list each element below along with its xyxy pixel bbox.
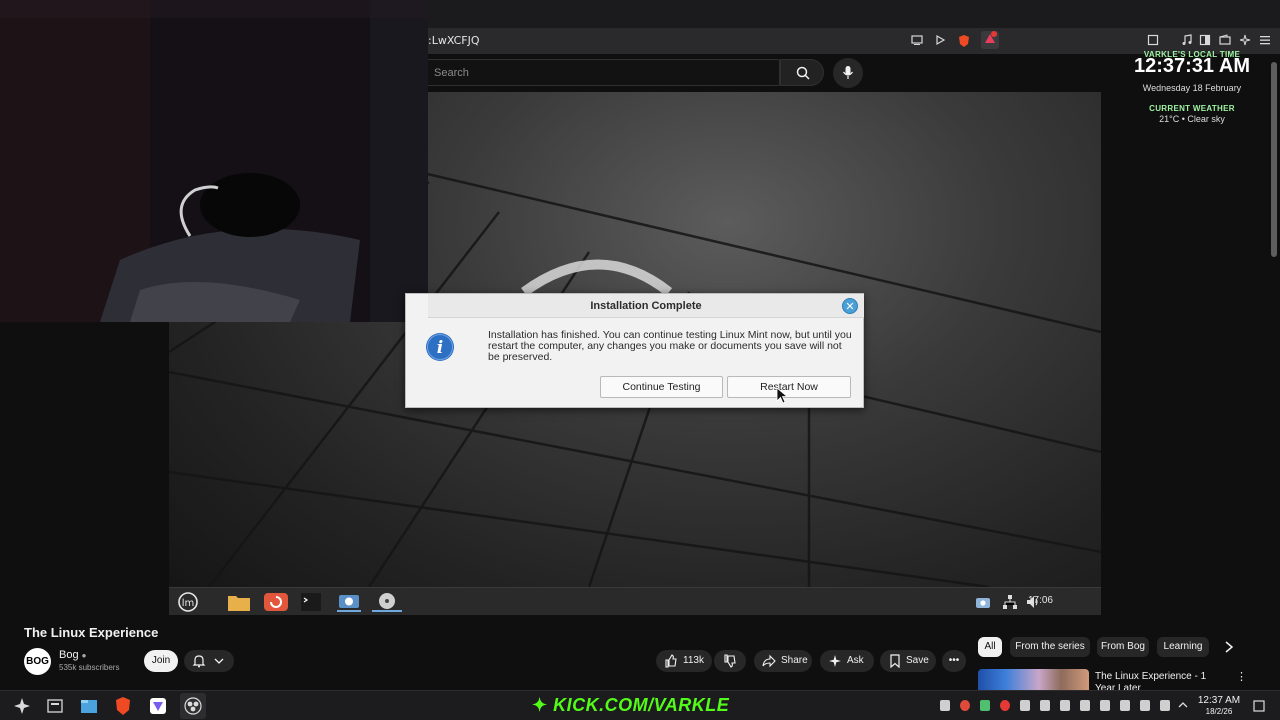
obs-icon[interactable]: [180, 693, 206, 719]
thumbs-up-icon: [665, 654, 677, 668]
start-icon[interactable]: [12, 696, 32, 716]
chevron-up-icon[interactable]: [1178, 701, 1188, 709]
mouse-cursor-icon: [776, 387, 789, 404]
recommendation-menu-icon[interactable]: ⋮: [1236, 672, 1247, 683]
continue-testing-button[interactable]: Continue Testing: [600, 376, 723, 398]
tray-icon-1[interactable]: [940, 700, 950, 711]
tray-icon-6[interactable]: [1040, 700, 1050, 711]
screenshot-tray-icon[interactable]: [975, 592, 991, 612]
chip-learning[interactable]: Learning: [1157, 637, 1209, 657]
sparkle-icon: [829, 655, 841, 667]
installation-complete-dialog: Installation Complete ✕ i Installation h…: [405, 293, 864, 408]
chip-from-bog[interactable]: From Bog: [1097, 637, 1149, 657]
network-icon[interactable]: [1002, 592, 1018, 612]
system-clock[interactable]: 12:37 AM 18/2/26: [1196, 695, 1242, 717]
save-button[interactable]: Save: [880, 650, 936, 672]
dialog-title: Installation Complete: [590, 300, 702, 312]
svg-text:lm: lm: [182, 598, 195, 609]
chevron-down-icon: [214, 658, 224, 664]
local-time-display: 12:37:31 AM: [1134, 55, 1250, 77]
dialog-close-button[interactable]: ✕: [842, 298, 858, 314]
share-label: Share: [781, 655, 808, 666]
svg-text:i: i: [437, 338, 443, 358]
video-title: The Linux Experience: [24, 625, 159, 640]
update-manager-icon[interactable]: [263, 592, 289, 612]
brave-browser-icon[interactable]: [113, 696, 133, 716]
webcam-overlay: [0, 0, 428, 322]
vm-panel-clock: 17:06: [1027, 595, 1053, 606]
file-explorer-icon[interactable]: [79, 696, 99, 716]
tray-icon-10[interactable]: [1120, 700, 1130, 711]
tray-volume-icon[interactable]: [1060, 700, 1070, 711]
dialog-message: Installation has finished. You can conti…: [488, 329, 852, 363]
ask-button[interactable]: Ask: [820, 650, 874, 672]
browser-tab-strip: [428, 0, 1280, 28]
system-taskbar: ✦ KICK.COM/VARKLE 12:37 AM 18/2/26: [0, 690, 1280, 720]
system-date: 18/2/26: [1205, 707, 1233, 716]
kick-channel-banner: ✦ KICK.COM/VARKLE: [532, 695, 730, 715]
share-icon: [762, 654, 776, 668]
mint-menu-icon[interactable]: lm: [174, 592, 202, 612]
rewards-icon[interactable]: [981, 31, 999, 49]
webcam-feed-image: [0, 0, 428, 322]
notification-center-icon[interactable]: [1253, 700, 1265, 712]
thumbs-down-icon: [724, 654, 736, 668]
play-icon[interactable]: [933, 34, 947, 48]
task-view-icon[interactable]: [45, 696, 65, 716]
wifi-icon[interactable]: [1160, 700, 1170, 711]
subscribe-notification-button[interactable]: [184, 650, 234, 672]
save-label: Save: [906, 655, 929, 666]
verified-icon: ●: [81, 651, 87, 660]
tray-mic-icon[interactable]: [1140, 700, 1150, 711]
record-icon[interactable]: [1000, 700, 1010, 711]
microphone-icon: [842, 66, 854, 79]
more-icon: •••: [948, 655, 960, 666]
channel-avatar[interactable]: BOG: [24, 648, 51, 675]
local-date-display: Wednesday 18 February: [1142, 83, 1242, 93]
cannabis-leaf-icon: ✦: [532, 695, 548, 715]
tray-icon-5[interactable]: [1020, 700, 1030, 711]
share-button[interactable]: Share: [754, 650, 812, 672]
cast-icon[interactable]: [910, 34, 924, 48]
tray-icon-8[interactable]: [1080, 700, 1090, 711]
ask-label: Ask: [847, 655, 864, 666]
installer-disc-icon[interactable]: [372, 592, 402, 612]
search-icon: [796, 66, 810, 80]
tray-icon-2[interactable]: [960, 700, 970, 711]
voice-search-button[interactable]: [833, 58, 863, 88]
like-count: 113k: [683, 655, 704, 666]
vm-taskbar: lm 17:06: [169, 587, 1101, 615]
terminal-icon[interactable]: [300, 592, 322, 612]
info-icon: i: [421, 332, 459, 362]
page-scrollbar[interactable]: [1271, 62, 1277, 257]
app-icon-purple[interactable]: [148, 696, 168, 716]
search-button[interactable]: [780, 59, 824, 86]
files-icon[interactable]: [227, 592, 251, 612]
weather-display: 21°C • Clear sky: [1159, 114, 1225, 124]
search-placeholder: Search: [434, 67, 469, 79]
bookmark-icon: [890, 654, 900, 668]
dislike-button[interactable]: [714, 650, 746, 672]
subscriber-count: 535k subscribers: [59, 663, 120, 672]
join-button[interactable]: Join: [144, 650, 178, 672]
bell-icon: [192, 655, 206, 668]
like-button[interactable]: 113k: [656, 650, 712, 672]
dialog-title-bar[interactable]: Installation Complete ✕: [428, 294, 864, 318]
brave-shield-icon[interactable]: [957, 34, 971, 48]
screenshot-app-icon[interactable]: [337, 592, 361, 612]
desktop-screen: :LwXCFJQ Search lm 17:06 Installation Co…: [0, 0, 1280, 720]
chevron-right-icon[interactable]: [1224, 641, 1234, 653]
tray-brightness-icon[interactable]: [1100, 700, 1110, 711]
channel-name[interactable]: Bog ●: [59, 649, 86, 661]
address-bar-url[interactable]: :LwXCFJQ: [428, 34, 479, 47]
search-input[interactable]: Search: [428, 59, 780, 86]
chip-from-series[interactable]: From the series: [1010, 637, 1090, 657]
tray-icon-3[interactable]: [980, 700, 990, 711]
system-time: 12:37 AM: [1197, 695, 1241, 706]
more-actions-button[interactable]: •••: [942, 650, 966, 672]
chip-all[interactable]: All: [978, 637, 1002, 657]
